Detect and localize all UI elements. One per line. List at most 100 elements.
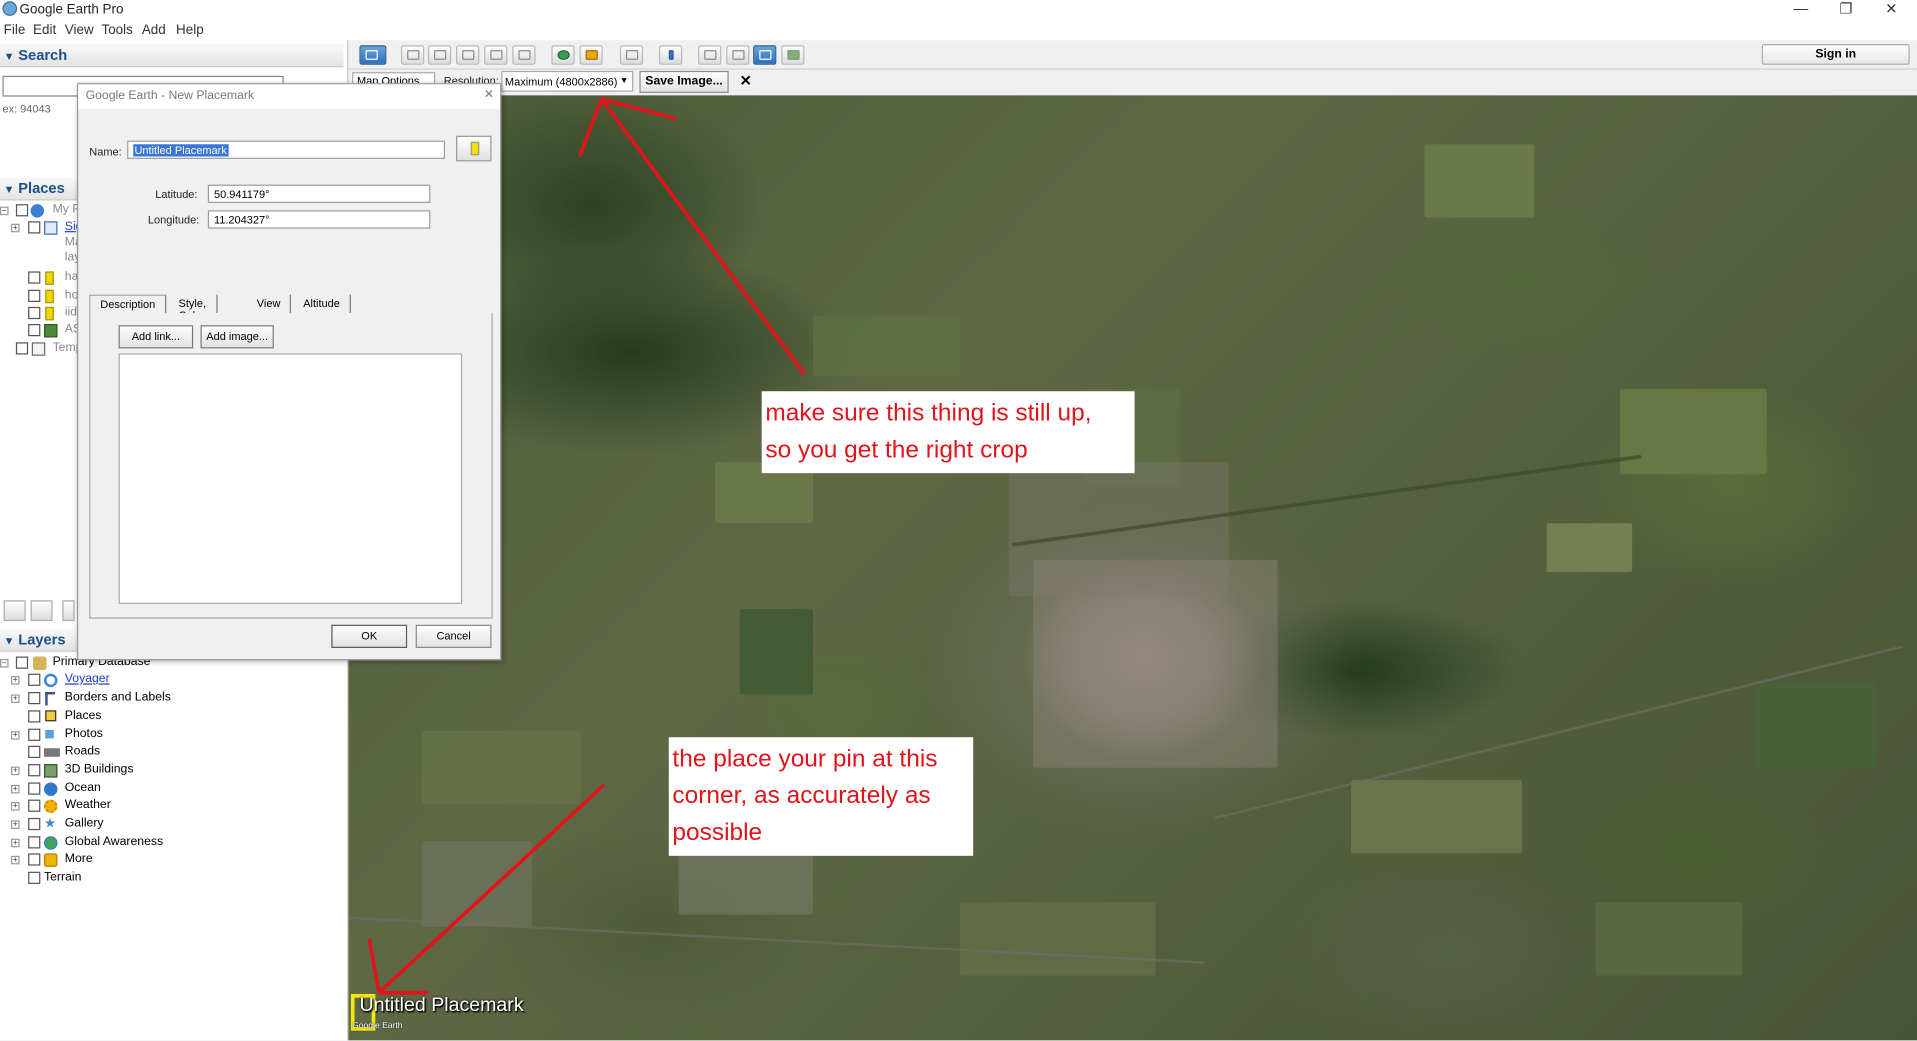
checkbox[interactable]	[28, 764, 41, 777]
checkbox[interactable]	[15, 656, 29, 669]
checkbox[interactable]	[28, 691, 41, 705]
layer-terrain[interactable]: Terrain	[0, 870, 344, 887]
maximize-button[interactable]: ❐	[1825, 0, 1867, 20]
checkbox[interactable]	[28, 221, 41, 234]
record-tour-button[interactable]	[512, 45, 536, 65]
map-field	[1619, 388, 1767, 475]
placemark-icon-button[interactable]	[456, 135, 492, 162]
layer-ocean[interactable]: + Ocean	[0, 781, 344, 798]
placemark-label[interactable]: Untitled Placemark	[359, 995, 523, 1017]
checkbox[interactable]	[28, 673, 41, 686]
menu-edit[interactable]: Edit	[33, 23, 56, 38]
menu-file[interactable]: File	[4, 23, 26, 38]
borders-icon	[45, 691, 56, 706]
layer-3d-buildings[interactable]: + 3D Buildings	[0, 763, 344, 780]
expand-toggle-icon[interactable]: +	[11, 802, 20, 811]
dialog-title: Google Earth - New Placemark	[78, 84, 501, 109]
checkbox[interactable]	[15, 342, 29, 355]
search-places-button[interactable]	[3, 600, 26, 622]
expand-toggle-icon[interactable]: +	[11, 820, 20, 829]
google-earth-logo: Google Earth	[352, 1022, 403, 1031]
layer-global-awareness[interactable]: + Global Awareness	[0, 835, 344, 852]
checkbox[interactable]	[15, 204, 29, 217]
print-button[interactable]	[726, 45, 750, 65]
add-placemark-button[interactable]	[401, 45, 425, 65]
layer-more[interactable]: + More	[0, 852, 344, 869]
view-in-google-maps-button[interactable]	[781, 45, 805, 65]
sidebar-toggle-button[interactable]	[30, 600, 53, 622]
layer-weather[interactable]: + Weather	[0, 798, 344, 815]
collapse-toggle-icon[interactable]: –	[0, 658, 9, 668]
expand-toggle-icon[interactable]: +	[11, 838, 20, 848]
email-button[interactable]	[698, 45, 722, 65]
search-panel-header[interactable]: ▼ Search	[0, 44, 344, 68]
checkbox[interactable]	[28, 271, 41, 284]
checkbox[interactable]	[28, 710, 41, 723]
sidebar-toggle-button[interactable]	[359, 45, 387, 65]
sunlight-button[interactable]	[579, 45, 603, 65]
cancel-button[interactable]: Cancel	[415, 624, 492, 648]
layer-voyager[interactable]: + Voyager	[0, 672, 344, 689]
checkbox[interactable]	[28, 817, 41, 831]
historical-imagery-button[interactable]	[551, 45, 575, 65]
sign-in-button[interactable]: Sign in	[1761, 44, 1910, 65]
switch-to-sky-button[interactable]	[619, 45, 644, 65]
checkbox[interactable]	[28, 728, 41, 741]
tab-altitude[interactable]: Altitude	[293, 294, 351, 315]
ruler-button[interactable]	[658, 45, 683, 65]
layer-roads[interactable]: Roads	[0, 745, 344, 762]
expand-toggle-icon[interactable]: +	[11, 855, 20, 865]
close-save-image-bar-button[interactable]: ✕	[740, 72, 752, 89]
latitude-field[interactable]: 50.941179°	[207, 184, 431, 203]
expand-toggle-icon[interactable]: +	[11, 766, 20, 776]
checkbox[interactable]	[28, 871, 41, 884]
places-view-button[interactable]	[62, 600, 75, 622]
latitude-label: Latitude:	[155, 188, 198, 201]
ok-button[interactable]: OK	[331, 624, 408, 648]
expand-toggle-icon[interactable]: +	[11, 223, 20, 233]
add-link-button[interactable]: Add link...	[118, 325, 194, 349]
save-image-button[interactable]: Save Image...	[639, 70, 729, 93]
add-polygon-button[interactable]	[427, 45, 452, 65]
layer-photos[interactable]: + Photos	[0, 727, 344, 744]
menu-view[interactable]: View	[65, 23, 94, 38]
expand-toggle-icon[interactable]: +	[11, 731, 20, 740]
tab-view[interactable]: View	[247, 294, 292, 315]
places-toolbar	[3, 600, 77, 624]
menu-add[interactable]: Add	[142, 23, 166, 38]
checkbox[interactable]	[28, 306, 41, 320]
menu-help[interactable]: Help	[176, 23, 204, 38]
map-field	[739, 608, 814, 695]
expand-toggle-icon[interactable]: +	[11, 676, 20, 685]
tab-style-color[interactable]: Style, Color	[169, 294, 218, 322]
expand-toggle-icon[interactable]: +	[11, 784, 20, 794]
longitude-label: Longitude:	[147, 213, 200, 227]
longitude-field[interactable]: 11.204327°	[207, 210, 431, 229]
save-image-button[interactable]	[753, 45, 777, 65]
name-field[interactable]: Untitled Placemark	[127, 140, 446, 159]
resolution-dropdown[interactable]: Maximum (4800x2886) ▼	[501, 70, 634, 92]
description-textarea[interactable]	[118, 353, 463, 604]
add-image-button[interactable]: Add image...	[200, 325, 274, 349]
checkbox[interactable]	[28, 745, 41, 759]
earth-icon	[30, 204, 45, 218]
menu-tools[interactable]: Tools	[101, 23, 132, 38]
expand-toggle-icon[interactable]: +	[11, 694, 20, 703]
checkbox[interactable]	[28, 323, 41, 337]
checkbox[interactable]	[28, 853, 41, 866]
close-window-button[interactable]: ✕	[1871, 0, 1913, 20]
checkbox[interactable]	[28, 799, 41, 812]
checkbox[interactable]	[28, 836, 41, 849]
collapse-toggle-icon[interactable]: –	[0, 206, 9, 216]
layer-borders-and-labels[interactable]: + Borders and Labels	[0, 691, 344, 708]
checkbox[interactable]	[28, 289, 41, 302]
close-icon[interactable]: ✕	[482, 88, 497, 103]
add-path-button[interactable]	[456, 45, 480, 65]
checkbox[interactable]	[28, 782, 41, 795]
tab-description[interactable]: Description	[89, 294, 167, 315]
minimize-button[interactable]: —	[1780, 0, 1822, 20]
layer-gallery[interactable]: + ★ Gallery	[0, 817, 344, 834]
add-image-overlay-button[interactable]	[484, 45, 508, 65]
satellite-map-view[interactable]	[348, 95, 1917, 1041]
layer-places[interactable]: Places	[0, 709, 344, 726]
